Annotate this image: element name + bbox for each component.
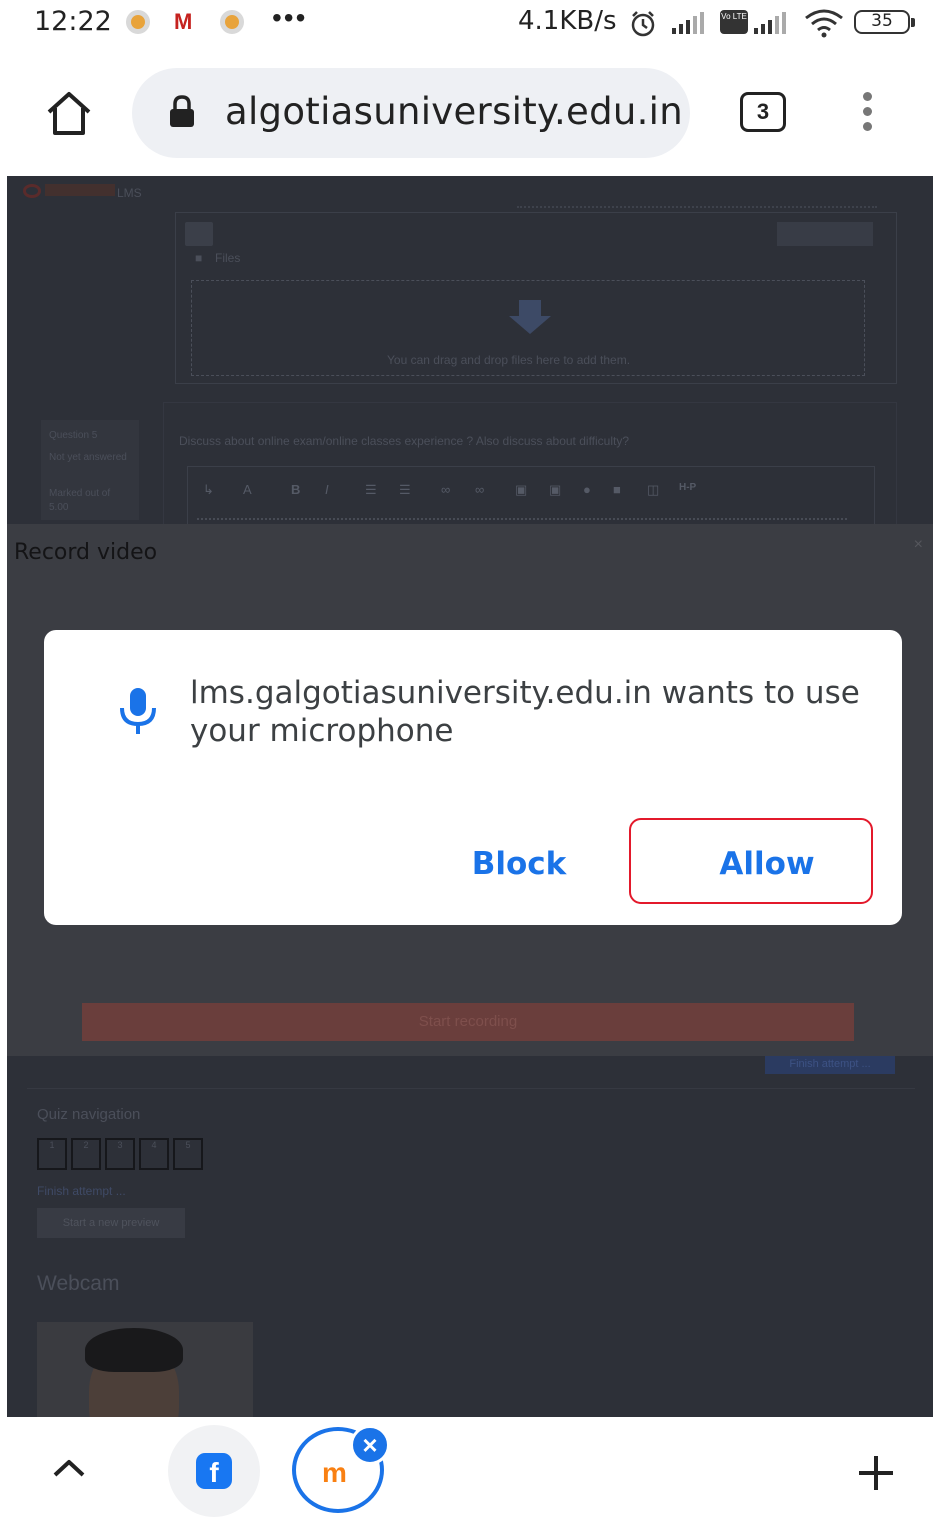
wifi-icon: [805, 9, 843, 38]
gmail-notification-icon: M: [174, 9, 193, 34]
moodle-icon: m: [322, 1457, 347, 1488]
quiz-nav-question-4[interactable]: 4: [139, 1138, 169, 1170]
question-text: Discuss about online exam/online classes…: [179, 434, 630, 448]
chevron-up-icon[interactable]: [52, 1457, 86, 1479]
close-tab-icon[interactable]: ×: [350, 1425, 390, 1465]
quiz-navigation-buttons: 1 2 3 4 5: [37, 1138, 203, 1170]
quiz-nav-question-5[interactable]: 5: [173, 1138, 203, 1170]
modal-close-icon[interactable]: ×: [914, 536, 923, 554]
files-label: Files: [215, 251, 241, 265]
permission-message: lms.galgotiasuniversity.edu.in wants to …: [190, 675, 860, 749]
question-info-box: Question 5 Not yet answered Marked out o…: [41, 420, 139, 520]
unlink-icon[interactable]: ∞: [475, 482, 484, 497]
url-text: algotiasuniversity.edu.in: [225, 90, 684, 133]
bold-icon[interactable]: B: [291, 482, 300, 497]
alarm-icon: [631, 11, 655, 37]
university-logo-text: [45, 184, 115, 196]
battery-icon: 35: [854, 10, 915, 34]
add-file-icon[interactable]: [185, 222, 213, 246]
font-style-icon[interactable]: A: [243, 482, 252, 497]
header-divider: [517, 206, 877, 209]
marks-value: 5.00: [49, 502, 69, 513]
bullet-list-icon[interactable]: ☰: [365, 482, 377, 498]
volte-icon: Vo LTE: [720, 10, 748, 34]
quiz-nav-question-3[interactable]: 3: [105, 1138, 135, 1170]
section-divider: [27, 1088, 915, 1089]
signal-1-icon: [672, 12, 704, 34]
italic-icon[interactable]: I: [325, 482, 329, 497]
collapse-icon[interactable]: ↳: [203, 482, 214, 498]
webcam-preview: [37, 1322, 253, 1417]
manage-files-icon[interactable]: ◫: [647, 482, 659, 498]
address-bar[interactable]: algotiasuniversity.edu.in: [132, 68, 690, 158]
facebook-icon: f: [196, 1453, 232, 1489]
allow-button[interactable]: Allow: [684, 846, 850, 882]
editor-toolbar-row-2: [197, 518, 847, 522]
microphone-permission-dialog: lms.galgotiasuniversity.edu.in wants to …: [44, 630, 902, 925]
start-recording-button[interactable]: Start recording: [82, 1003, 854, 1041]
chrome-notification-icon: [126, 10, 150, 34]
webcam-person-hair: [85, 1328, 183, 1372]
view-mode-icons[interactable]: [777, 222, 873, 246]
status-bar: 12:22 M ••• 4.1KB/s Vo LTE 35: [0, 0, 933, 52]
browser-toolbar: algotiasuniversity.edu.in 3: [0, 52, 933, 176]
bottom-tab-strip: f m ×: [0, 1417, 933, 1520]
lms-label: LMS: [117, 186, 142, 200]
modal-title: Record video: [14, 540, 158, 565]
record-video-icon[interactable]: ■: [613, 482, 621, 497]
network-speed: 4.1KB/s: [518, 6, 617, 36]
finish-attempt-button[interactable]: Finish attempt ...: [765, 1056, 895, 1074]
quiz-nav-question-1[interactable]: 1: [37, 1138, 67, 1170]
media-icon[interactable]: ▣: [549, 482, 561, 498]
facebook-tab[interactable]: f: [168, 1425, 260, 1517]
home-icon[interactable]: [44, 90, 94, 138]
image-icon[interactable]: ▣: [515, 482, 527, 498]
quiz-nav-question-2[interactable]: 2: [71, 1138, 101, 1170]
more-notifications-icon: •••: [272, 2, 308, 33]
start-new-preview-button[interactable]: Start a new preview: [37, 1208, 185, 1238]
h5p-icon[interactable]: H-P: [679, 482, 696, 493]
signal-2-icon: [754, 12, 786, 34]
upload-arrow-icon: [509, 300, 551, 334]
block-button[interactable]: Block: [444, 846, 594, 882]
record-audio-icon[interactable]: ●: [583, 482, 591, 497]
quiz-navigation-title: Quiz navigation: [37, 1106, 141, 1123]
overflow-menu-icon[interactable]: [858, 92, 876, 134]
finish-attempt-link[interactable]: Finish attempt ...: [37, 1184, 126, 1198]
university-logo-icon: [23, 184, 41, 198]
new-tab-plus-icon[interactable]: [856, 1453, 896, 1493]
tab-switcher-button[interactable]: 3: [740, 92, 786, 132]
link-icon[interactable]: ∞: [441, 482, 450, 497]
microphone-icon: [120, 688, 156, 734]
chrome-notification-icon-2: [220, 10, 244, 34]
numbered-list-icon[interactable]: ☰: [399, 482, 411, 498]
lock-icon[interactable]: [168, 94, 196, 130]
drop-hint: You can drag and drop files here to add …: [387, 353, 631, 367]
webcam-title: Webcam: [37, 1272, 120, 1295]
question-number: Question 5: [49, 430, 98, 441]
marked-out-of: Marked out of: [49, 488, 111, 499]
folder-icon: ■: [195, 251, 203, 265]
answer-status: Not yet answered: [49, 452, 127, 463]
clock: 12:22: [34, 6, 112, 37]
